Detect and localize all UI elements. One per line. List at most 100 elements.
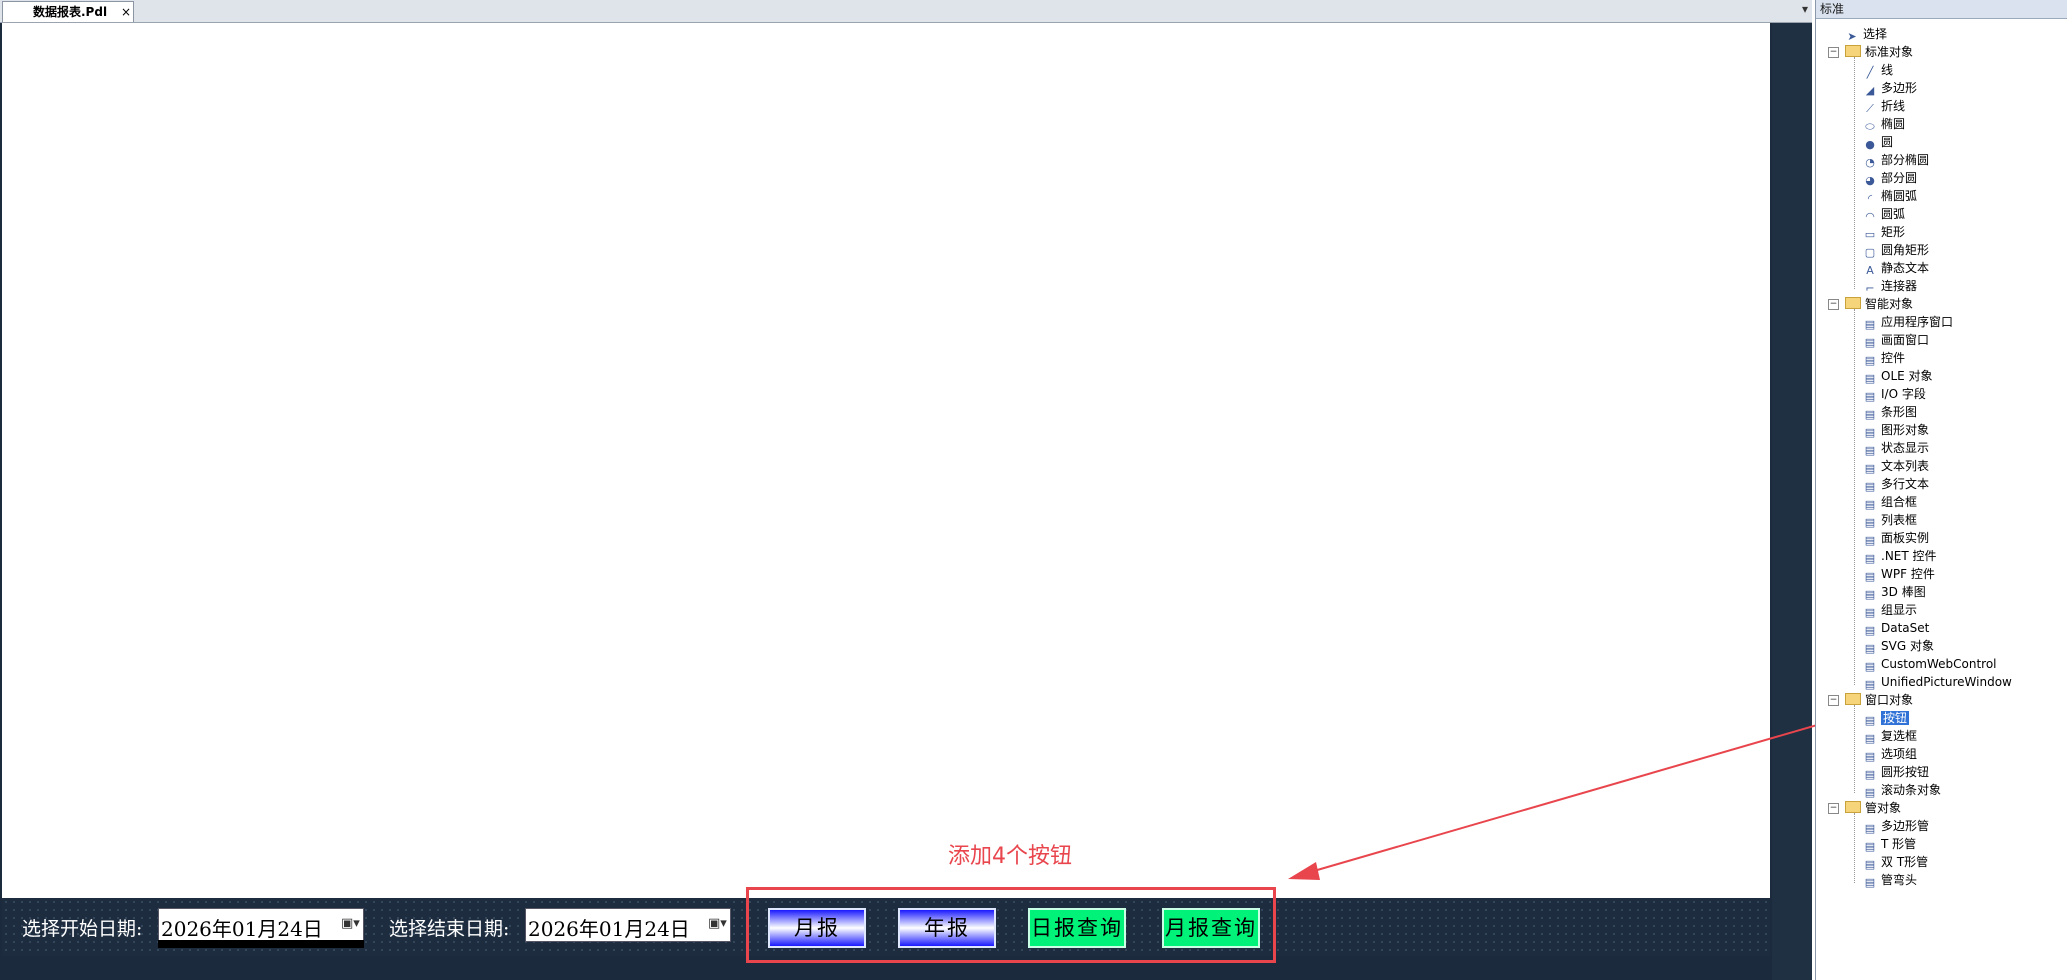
calendar-dropdown-icon[interactable]: ▣▾ — [708, 915, 727, 933]
object-icon: ▤ — [1864, 336, 1876, 349]
tree-item-1-20[interactable]: ▤ UnifiedPictureWindow — [1863, 673, 2012, 691]
picture-canvas[interactable] — [2, 23, 1770, 898]
tree-item-1-19[interactable]: ▤ CustomWebControl — [1863, 655, 1997, 673]
tree-item-0-11[interactable]: A 静态文本 — [1863, 259, 1929, 277]
tree-item-1-8[interactable]: ▤ 文本列表 — [1863, 457, 1929, 475]
tree-item-label: 状态显示 — [1881, 441, 1930, 455]
object-icon: ◠ — [1865, 210, 1875, 223]
tree-item-label: 多边形管 — [1881, 819, 1930, 833]
start-date-picker[interactable]: 2026年01月24日 ▣▾ — [158, 908, 364, 942]
tree-item-0-5[interactable]: ◔ 部分椭圆 — [1863, 151, 1929, 169]
object-icon: ⟋ — [1866, 102, 1874, 115]
tree-item-1-4[interactable]: ▤ I/O 字段 — [1863, 385, 1926, 403]
object-icon: ◕ — [1865, 174, 1875, 187]
tree-item-label: 双 T形管 — [1881, 855, 1929, 869]
tree-item-label: I/O 字段 — [1881, 387, 1926, 401]
tree-item-label: 组显示 — [1881, 603, 1918, 617]
tree-item-3-3[interactable]: ▤ 管弯头 — [1863, 871, 1917, 889]
object-icon: ▤ — [1864, 588, 1876, 601]
collapse-icon[interactable]: − — [1828, 695, 1839, 706]
close-icon[interactable]: × — [121, 2, 131, 23]
object-icon: ▤ — [1864, 516, 1876, 529]
tree-item-1-16[interactable]: ▤ 组显示 — [1863, 601, 1917, 619]
tree-item-label: 选择 — [1863, 27, 1888, 41]
end-date-value: 2026年01月24日 — [528, 917, 690, 941]
tree-item-0-3[interactable]: ⬭ 椭圆 — [1863, 115, 1905, 133]
tree-item-1-3[interactable]: ▤ OLE 对象 — [1863, 367, 1933, 385]
tree-item-0-10[interactable]: ▢ 圆角矩形 — [1863, 241, 1929, 259]
tree-item-3-0[interactable]: ▤ 多边形管 — [1863, 817, 1929, 835]
object-palette: 标准 ➤ 选择 − 标准对象 ╱ 线 ◢ 多边形 ⟋ 折线 ⬭ 椭圆 ● 圆 ◔ 部分椭圆 ◕ 部分圆 ◜ 椭圆弧 ◠ 圆… — [1815, 0, 2067, 980]
cursor-icon: ➤ — [1847, 30, 1857, 43]
tree-item-2-3[interactable]: ▤ 圆形按钮 — [1863, 763, 1929, 781]
tree-item-0-7[interactable]: ◜ 椭圆弧 — [1863, 187, 1917, 205]
tree-item-0-4[interactable]: ● 圆 — [1863, 133, 1893, 151]
end-date-picker[interactable]: 2026年01月24日 ▣▾ — [525, 908, 731, 942]
tree-item-0-8[interactable]: ◠ 圆弧 — [1863, 205, 1905, 223]
tree-item-2-2[interactable]: ▤ 选项组 — [1863, 745, 1917, 763]
tree-group-2[interactable]: − 窗口对象 — [1828, 691, 1913, 709]
collapse-icon[interactable]: − — [1828, 299, 1839, 310]
tree-item-3-1[interactable]: ▤ T 形管 — [1863, 835, 1916, 853]
tree-item-1-13[interactable]: ▤ .NET 控件 — [1863, 547, 1937, 565]
tree-item-1-11[interactable]: ▤ 列表框 — [1863, 511, 1917, 529]
tree-item-1-0[interactable]: ▤ 应用程序窗口 — [1863, 313, 1953, 331]
tree-item-select[interactable]: ➤ 选择 — [1845, 25, 1887, 43]
tree-item-0-1[interactable]: ◢ 多边形 — [1863, 79, 1917, 97]
object-icon: ▤ — [1864, 408, 1876, 421]
tree-guide-line — [1854, 57, 1855, 289]
document-tab-label: 数据报表.Pdl — [33, 5, 108, 19]
tree-item-label: 面板实例 — [1881, 531, 1930, 545]
object-icon: ▤ — [1864, 444, 1876, 457]
tree-item-1-18[interactable]: ▤ SVG 对象 — [1863, 637, 1934, 655]
tree-item-label: 滚动条对象 — [1881, 783, 1942, 797]
tree-item-0-6[interactable]: ◕ 部分圆 — [1863, 169, 1917, 187]
tree-item-1-14[interactable]: ▤ WPF 控件 — [1863, 565, 1935, 583]
tree-item-label: 控件 — [1881, 351, 1906, 365]
object-icon: ▤ — [1864, 462, 1876, 475]
tree-item-label: WPF 控件 — [1881, 567, 1935, 581]
palette-title: 标准 — [1816, 0, 2067, 19]
tree-item-1-10[interactable]: ▤ 组合框 — [1863, 493, 1917, 511]
tree-item-0-2[interactable]: ⟋ 折线 — [1863, 97, 1905, 115]
object-icon: A — [1866, 264, 1874, 277]
tree-item-1-15[interactable]: ▤ 3D 棒图 — [1863, 583, 1926, 601]
calendar-dropdown-icon[interactable]: ▣▾ — [341, 915, 360, 933]
tree-item-1-12[interactable]: ▤ 面板实例 — [1863, 529, 1929, 547]
tree-item-1-6[interactable]: ▤ 图形对象 — [1863, 421, 1929, 439]
tree-item-label: 圆角矩形 — [1881, 243, 1930, 257]
tree-item-label: 条形图 — [1881, 405, 1918, 419]
tree-guide-line — [1854, 813, 1855, 883]
tree-item-2-0[interactable]: ▤ 按钮 — [1863, 709, 1910, 727]
tree-item-1-5[interactable]: ▤ 条形图 — [1863, 403, 1917, 421]
tree-group-1[interactable]: − 智能对象 — [1828, 295, 1913, 313]
tree-item-label: SVG 对象 — [1881, 639, 1934, 653]
document-tab[interactable]: 数据报表.Pdl × — [2, 1, 134, 22]
folder-icon — [1845, 693, 1861, 705]
chevron-down-icon[interactable]: ▾ — [1802, 2, 1808, 16]
editor-area: 数据报表.Pdl × ▾ 选择开始日期: 2026年01月24日 ▣▾ 选择结束… — [0, 0, 1812, 980]
canvas-margin — [1772, 23, 1812, 980]
object-icon: ▤ — [1864, 642, 1876, 655]
tree-item-3-2[interactable]: ▤ 双 T形管 — [1863, 853, 1928, 871]
object-icon: ▤ — [1864, 354, 1876, 367]
tree-item-label: 按钮 — [1881, 711, 1910, 725]
collapse-icon[interactable]: − — [1828, 47, 1839, 58]
collapse-icon[interactable]: − — [1828, 803, 1839, 814]
tree-item-2-4[interactable]: ▤ 滚动条对象 — [1863, 781, 1941, 799]
tree-item-1-7[interactable]: ▤ 状态显示 — [1863, 439, 1929, 457]
tree-item-0-0[interactable]: ╱ 线 — [1863, 61, 1893, 79]
tree-item-1-2[interactable]: ▤ 控件 — [1863, 349, 1905, 367]
tree-item-2-1[interactable]: ▤ 复选框 — [1863, 727, 1917, 745]
tree-item-1-17[interactable]: ▤ DataSet — [1863, 619, 1930, 637]
tree-item-label: DataSet — [1881, 621, 1930, 635]
tree-item-label: 多行文本 — [1881, 477, 1930, 491]
tree-item-0-9[interactable]: ▭ 矩形 — [1863, 223, 1905, 241]
tree-item-0-12[interactable]: ⌐ 连接器 — [1863, 277, 1917, 295]
tree-group-0[interactable]: − 标准对象 — [1828, 43, 1913, 61]
tree-item-1-1[interactable]: ▤ 画面窗口 — [1863, 331, 1929, 349]
tree-item-label: 列表框 — [1881, 513, 1918, 527]
tree-item-1-9[interactable]: ▤ 多行文本 — [1863, 475, 1929, 493]
tree-item-label: 文本列表 — [1881, 459, 1930, 473]
tree-item-label: 多边形 — [1881, 81, 1918, 95]
